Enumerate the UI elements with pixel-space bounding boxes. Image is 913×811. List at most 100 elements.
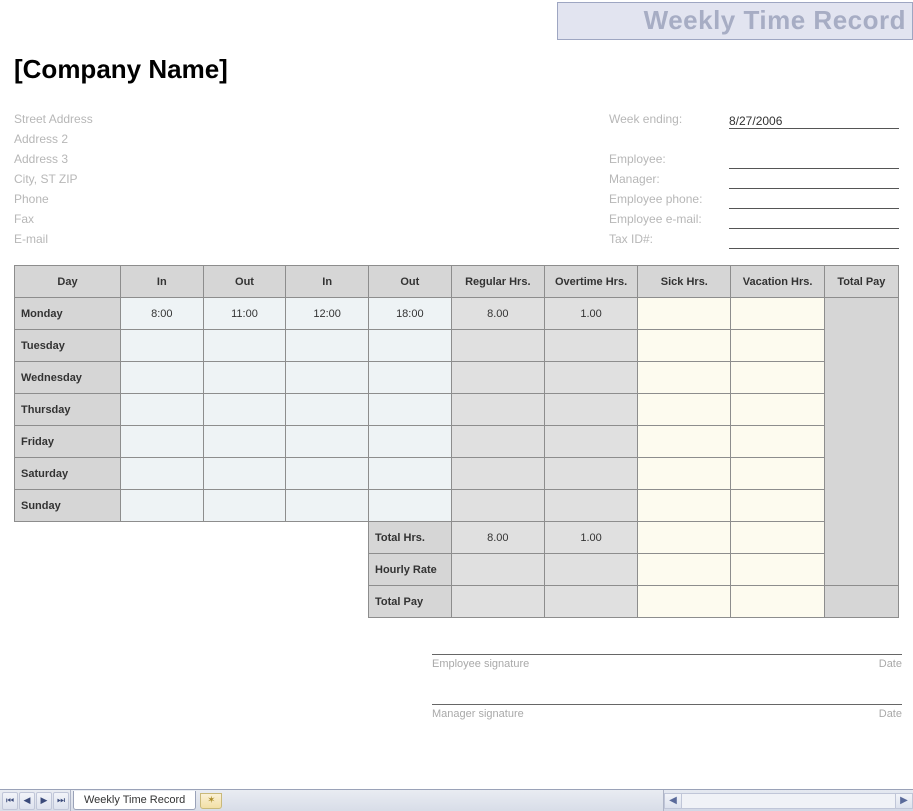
vacation-hrs-cell[interactable]: [731, 330, 824, 362]
tab-nav-prev-icon[interactable]: ◀: [19, 792, 35, 810]
total-regular-hrs[interactable]: 8.00: [451, 522, 544, 554]
total-overtime-hrs[interactable]: 1.00: [544, 522, 637, 554]
sick-hrs-cell[interactable]: [638, 330, 731, 362]
time-out-1-cell[interactable]: [203, 490, 286, 522]
vacation-hrs-cell[interactable]: [731, 362, 824, 394]
summary-hourly-rate-row: Hourly Rate: [15, 554, 899, 586]
total-sick-hrs[interactable]: [638, 522, 731, 554]
time-in-1-cell[interactable]: [120, 362, 203, 394]
header-overtime-hrs: Overtime Hrs.: [544, 266, 637, 298]
time-in-2-cell[interactable]: [286, 394, 369, 426]
time-in-1-cell[interactable]: [120, 426, 203, 458]
day-cell: Wednesday: [15, 362, 121, 394]
time-in-1-cell[interactable]: [120, 458, 203, 490]
week-ending-value[interactable]: 8/27/2006: [729, 111, 899, 129]
total-vacation-hrs[interactable]: [731, 522, 824, 554]
overtime-hrs-cell[interactable]: [544, 362, 637, 394]
sick-hrs-cell[interactable]: [638, 426, 731, 458]
regular-hrs-cell[interactable]: [451, 490, 544, 522]
time-in-2-cell[interactable]: [286, 330, 369, 362]
tax-id-value[interactable]: [729, 231, 899, 249]
time-in-1-cell[interactable]: [120, 330, 203, 362]
time-in-2-cell[interactable]: [286, 426, 369, 458]
regular-hrs-cell[interactable]: [451, 458, 544, 490]
total-pay-regular[interactable]: [451, 586, 544, 618]
time-in-1-cell[interactable]: [120, 490, 203, 522]
regular-hrs-cell[interactable]: 8.00: [451, 298, 544, 330]
vacation-hrs-cell[interactable]: [731, 394, 824, 426]
time-out-2-cell[interactable]: [369, 490, 452, 522]
time-out-2-cell[interactable]: [369, 362, 452, 394]
company-name[interactable]: [Company Name]: [14, 54, 899, 85]
sick-hrs-cell[interactable]: [638, 394, 731, 426]
day-cell: Saturday: [15, 458, 121, 490]
vacation-hrs-cell[interactable]: [731, 458, 824, 490]
employee-phone-value[interactable]: [729, 191, 899, 209]
time-in-1-cell[interactable]: 8:00: [120, 298, 203, 330]
regular-hrs-cell[interactable]: [451, 362, 544, 394]
sick-hrs-cell[interactable]: [638, 490, 731, 522]
time-out-2-cell[interactable]: 18:00: [369, 298, 452, 330]
tax-id-label: Tax ID#:: [609, 229, 729, 249]
header-in-1: In: [120, 266, 203, 298]
overtime-hrs-cell[interactable]: [544, 394, 637, 426]
manager-value[interactable]: [729, 171, 899, 189]
time-out-1-cell[interactable]: [203, 362, 286, 394]
tab-nav-first-icon[interactable]: ⏮: [2, 792, 18, 810]
overtime-hrs-cell[interactable]: [544, 330, 637, 362]
total-pay-overtime[interactable]: [544, 586, 637, 618]
time-out-1-cell[interactable]: [203, 394, 286, 426]
scroll-track[interactable]: [682, 793, 895, 809]
overtime-hrs-cell[interactable]: [544, 426, 637, 458]
vacation-hrs-cell[interactable]: [731, 490, 824, 522]
company-address-block[interactable]: Street Address Address 2 Address 3 City,…: [14, 109, 609, 249]
time-out-1-cell[interactable]: [203, 330, 286, 362]
employee-value[interactable]: [729, 151, 899, 169]
overtime-hrs-cell[interactable]: 1.00: [544, 298, 637, 330]
time-out-1-cell[interactable]: 11:00: [203, 298, 286, 330]
hourly-rate-sick[interactable]: [638, 554, 731, 586]
table-header-row: Day In Out In Out Regular Hrs. Overtime …: [15, 266, 899, 298]
sick-hrs-cell[interactable]: [638, 298, 731, 330]
scroll-right-icon[interactable]: ▶: [895, 793, 913, 809]
time-out-1-cell[interactable]: [203, 426, 286, 458]
regular-hrs-cell[interactable]: [451, 330, 544, 362]
tab-nav-last-icon[interactable]: ⏭: [53, 792, 69, 810]
total-pay-cell: [824, 554, 898, 586]
time-in-2-cell[interactable]: [286, 362, 369, 394]
time-out-2-cell[interactable]: [369, 330, 452, 362]
table-row: Saturday: [15, 458, 899, 490]
total-pay-vacation[interactable]: [731, 586, 824, 618]
new-sheet-icon[interactable]: ✶: [200, 793, 222, 809]
day-cell: Sunday: [15, 490, 121, 522]
time-out-1-cell[interactable]: [203, 458, 286, 490]
tab-nav-next-icon[interactable]: ▶: [36, 792, 52, 810]
hourly-rate-vacation[interactable]: [731, 554, 824, 586]
hourly-rate-regular[interactable]: [451, 554, 544, 586]
employee-email-value[interactable]: [729, 211, 899, 229]
vacation-hrs-cell[interactable]: [731, 426, 824, 458]
time-in-2-cell[interactable]: [286, 490, 369, 522]
employee-signature-line[interactable]: Employee signature Date: [432, 654, 902, 670]
sick-hrs-cell[interactable]: [638, 362, 731, 394]
overtime-hrs-cell[interactable]: [544, 490, 637, 522]
time-out-2-cell[interactable]: [369, 426, 452, 458]
total-pay-sick[interactable]: [638, 586, 731, 618]
scroll-left-icon[interactable]: ◀: [664, 793, 682, 809]
vacation-hrs-cell[interactable]: [731, 298, 824, 330]
time-out-2-cell[interactable]: [369, 458, 452, 490]
sick-hrs-cell[interactable]: [638, 458, 731, 490]
time-in-2-cell[interactable]: 12:00: [286, 298, 369, 330]
overtime-hrs-cell[interactable]: [544, 458, 637, 490]
worksheet-tab[interactable]: Weekly Time Record: [73, 791, 196, 810]
manager-signature-line[interactable]: Manager signature Date: [432, 704, 902, 720]
time-record-table[interactable]: Day In Out In Out Regular Hrs. Overtime …: [14, 265, 899, 618]
regular-hrs-cell[interactable]: [451, 394, 544, 426]
horizontal-scrollbar[interactable]: ◀ ▶: [663, 790, 913, 811]
time-in-1-cell[interactable]: [120, 394, 203, 426]
regular-hrs-cell[interactable]: [451, 426, 544, 458]
time-in-2-cell[interactable]: [286, 458, 369, 490]
time-out-2-cell[interactable]: [369, 394, 452, 426]
hourly-rate-overtime[interactable]: [544, 554, 637, 586]
grand-total-pay[interactable]: [824, 586, 898, 618]
